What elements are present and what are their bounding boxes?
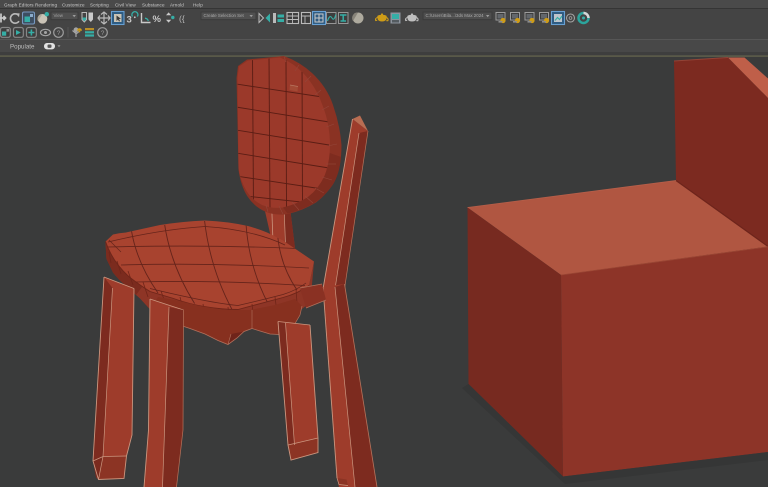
svg-text:Create Selection Set: Create Selection Set	[204, 13, 245, 18]
svg-text:({: ({	[179, 14, 185, 24]
svg-text:Help: Help	[193, 3, 203, 8]
svg-text:Arnold: Arnold	[170, 3, 184, 8]
svg-text:?: ?	[57, 30, 61, 37]
svg-text:3: 3	[127, 15, 132, 26]
svg-text:C:\Users\Bila...\3ds Max 2024: C:\Users\Bila...\3ds Max 2024	[426, 13, 485, 18]
svg-text:Customize: Customize	[62, 3, 85, 8]
svg-text:Scripting: Scripting	[90, 3, 109, 8]
svg-text:Substance: Substance	[142, 3, 165, 8]
svg-text:?: ?	[101, 30, 105, 37]
svg-text:Rendering: Rendering	[35, 3, 57, 8]
svg-text:Populate: Populate	[10, 44, 35, 51]
svg-text:View: View	[54, 13, 64, 18]
svg-text:%: %	[153, 14, 162, 25]
svg-text:Civil View: Civil View	[115, 3, 136, 8]
svg-text:Graph Editors: Graph Editors	[4, 3, 34, 8]
